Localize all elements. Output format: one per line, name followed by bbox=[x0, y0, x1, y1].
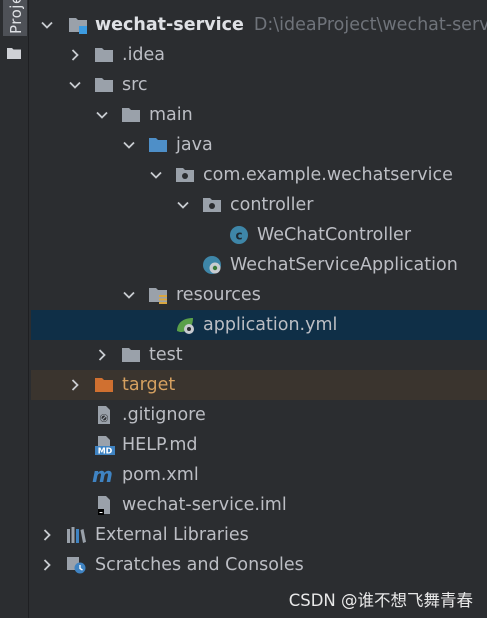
module-name: wechat-service bbox=[95, 15, 244, 35]
tree-row-wechat-service[interactable]: wechat-service D:\ideaProject\wechat-serv… bbox=[31, 10, 487, 40]
package-icon bbox=[175, 165, 195, 185]
tree-row-controller[interactable]: controller bbox=[31, 190, 487, 220]
svg-text:c: c bbox=[235, 229, 242, 243]
tree-label: pom.xml bbox=[122, 465, 199, 485]
tree-row-resources[interactable]: resources bbox=[31, 280, 487, 310]
tree-label: src bbox=[122, 75, 148, 95]
folder-icon bbox=[121, 345, 141, 365]
tree-label: .idea bbox=[122, 45, 166, 65]
tree-label: test bbox=[149, 345, 183, 365]
folder-icon[interactable] bbox=[7, 44, 21, 59]
folder-icon bbox=[94, 45, 114, 65]
tree-label: External Libraries bbox=[95, 525, 249, 545]
tree-row-iml[interactable]: wechat-service.iml bbox=[31, 490, 487, 520]
project-tree: wechat-service D:\ideaProject\wechat-serv… bbox=[31, 10, 487, 580]
gitignore-file-icon bbox=[94, 405, 114, 425]
markdown-badge-text: MD bbox=[98, 447, 113, 456]
chevron-right-icon[interactable] bbox=[68, 370, 84, 400]
chevron-down-icon[interactable] bbox=[149, 160, 165, 190]
class-icon: c bbox=[229, 225, 249, 245]
chevron-down-icon[interactable] bbox=[176, 190, 192, 220]
markdown-file-icon: MD bbox=[94, 435, 115, 456]
watermark-text: CSDN @谁不想飞舞青春 bbox=[288, 591, 473, 610]
iml-file-icon bbox=[94, 495, 114, 515]
chevron-right-icon[interactable] bbox=[40, 550, 56, 580]
tree-label: Scratches and Consoles bbox=[95, 555, 304, 575]
chevron-right-icon[interactable] bbox=[68, 40, 84, 70]
folder-icon bbox=[121, 105, 141, 125]
tree-label: application.yml bbox=[203, 315, 338, 335]
chevron-right-icon[interactable] bbox=[95, 340, 111, 370]
tree-label: target bbox=[122, 375, 176, 395]
spring-boot-class-icon bbox=[202, 255, 222, 275]
source-root-folder-icon bbox=[148, 135, 168, 155]
tree-label: main bbox=[149, 105, 193, 125]
maven-icon: m bbox=[92, 465, 113, 485]
tree-row-application-class[interactable]: WechatServiceApplication bbox=[31, 250, 487, 280]
project-tool-tab[interactable]: Proje bbox=[3, 0, 27, 36]
tree-label: WeChatController bbox=[257, 225, 412, 245]
tree-row-external-libraries[interactable]: External Libraries bbox=[31, 520, 487, 550]
spring-yml-icon bbox=[175, 315, 195, 335]
svg-text:m: m bbox=[92, 465, 113, 485]
tree-row-help-md[interactable]: MD HELP.md bbox=[31, 430, 487, 460]
tree-row-application-yml[interactable]: application.yml bbox=[31, 310, 487, 340]
resources-root-icon bbox=[148, 285, 168, 305]
tree-row-package[interactable]: com.example.wechatservice bbox=[31, 160, 487, 190]
excluded-folder-icon bbox=[94, 375, 114, 395]
tree-label: resources bbox=[176, 285, 261, 305]
chevron-down-icon[interactable] bbox=[95, 100, 111, 130]
tree-label: controller bbox=[230, 195, 314, 215]
tree-row-main[interactable]: main bbox=[31, 100, 487, 130]
tool-window-strip: Proje bbox=[0, 0, 29, 618]
chevron-down-icon[interactable] bbox=[68, 70, 84, 100]
chevron-down-icon[interactable] bbox=[122, 280, 138, 310]
tree-row-scratches[interactable]: Scratches and Consoles bbox=[31, 550, 487, 580]
module-folder-icon bbox=[68, 15, 88, 35]
tree-row-src[interactable]: src bbox=[31, 70, 487, 100]
folder-icon bbox=[94, 75, 114, 95]
chevron-down-icon[interactable] bbox=[122, 130, 138, 160]
tree-label: java bbox=[176, 135, 213, 155]
tree-row-pom[interactable]: m pom.xml bbox=[31, 460, 487, 490]
chevron-right-icon[interactable] bbox=[40, 520, 56, 550]
tree-label: .gitignore bbox=[122, 405, 206, 425]
tree-label: WechatServiceApplication bbox=[230, 255, 458, 275]
tree-row-gitignore[interactable]: .gitignore bbox=[31, 400, 487, 430]
scratches-icon bbox=[66, 555, 86, 575]
chevron-down-icon[interactable] bbox=[40, 10, 56, 40]
tree-label: HELP.md bbox=[122, 435, 198, 455]
tree-label: wechat-service.iml bbox=[122, 495, 287, 515]
module-path: D:\ideaProject\wechat-servic bbox=[253, 15, 487, 35]
tree-row-wechat-controller[interactable]: c WeChatController bbox=[31, 220, 487, 250]
project-tab-label: Proje bbox=[7, 0, 25, 34]
tree-row-java[interactable]: java bbox=[31, 130, 487, 160]
tree-row-test[interactable]: test bbox=[31, 340, 487, 370]
libraries-icon bbox=[66, 525, 86, 545]
tree-row-target[interactable]: target bbox=[31, 370, 487, 400]
tree-label: com.example.wechatservice bbox=[203, 165, 453, 185]
tree-row-idea[interactable]: .idea bbox=[31, 40, 487, 70]
package-icon bbox=[202, 195, 222, 215]
